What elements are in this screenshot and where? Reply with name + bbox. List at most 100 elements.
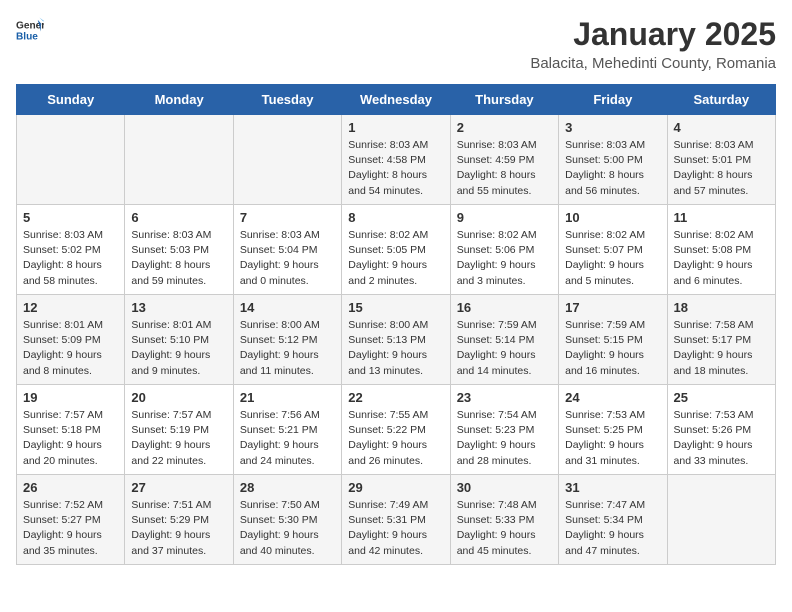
day-info: Sunrise: 7:54 AM Sunset: 5:23 PM Dayligh… (457, 408, 552, 469)
calendar-cell: 20Sunrise: 7:57 AM Sunset: 5:19 PM Dayli… (125, 385, 233, 475)
day-info: Sunrise: 8:02 AM Sunset: 5:07 PM Dayligh… (565, 228, 660, 289)
calendar-cell: 13Sunrise: 8:01 AM Sunset: 5:10 PM Dayli… (125, 295, 233, 385)
logo: General Blue (16, 16, 44, 44)
day-number: 19 (23, 390, 118, 405)
calendar-week-row: 5 Sunrise: 8:03 AM Sunset: 5:02 PM Daylig… (17, 205, 776, 295)
day-info: Sunrise: 7:56 AM Sunset: 5:21 PM Dayligh… (240, 408, 335, 469)
day-number: 18 (674, 300, 769, 315)
calendar-cell: 31Sunrise: 7:47 AM Sunset: 5:34 PM Dayli… (559, 475, 667, 565)
calendar-cell: 5 Sunrise: 8:03 AM Sunset: 5:02 PM Daylig… (17, 205, 125, 295)
day-info: Sunrise: 7:59 AM Sunset: 5:14 PM Dayligh… (457, 318, 552, 379)
title-area: January 2025 Balacita, Mehedinti County,… (530, 16, 776, 72)
calendar-cell: 6Sunrise: 8:03 AM Sunset: 5:03 PM Daylig… (125, 205, 233, 295)
calendar-cell (667, 475, 775, 565)
day-info: Sunrise: 8:03 AM Sunset: 5:04 PM Dayligh… (240, 228, 335, 289)
calendar-cell: 21 Sunrise: 7:56 AM Sunset: 5:21 PM Dayli… (233, 385, 341, 475)
calendar-cell: 27 Sunrise: 7:51 AM Sunset: 5:29 PM Dayli… (125, 475, 233, 565)
day-info: Sunrise: 7:57 AM Sunset: 5:18 PM Dayligh… (23, 408, 118, 469)
calendar-cell: 23 Sunrise: 7:54 AM Sunset: 5:23 PM Dayli… (450, 385, 558, 475)
column-header-monday: Monday (125, 85, 233, 115)
calendar-cell: 29Sunrise: 7:49 AM Sunset: 5:31 PM Dayli… (342, 475, 450, 565)
day-number: 28 (240, 480, 335, 495)
calendar-cell: 25Sunrise: 7:53 AM Sunset: 5:26 PM Dayli… (667, 385, 775, 475)
calendar-cell: 28 Sunrise: 7:50 AM Sunset: 5:30 PM Dayli… (233, 475, 341, 565)
day-info: Sunrise: 7:58 AM Sunset: 5:17 PM Dayligh… (674, 318, 769, 379)
calendar-cell: 9Sunrise: 8:02 AM Sunset: 5:06 PM Daylig… (450, 205, 558, 295)
day-number: 9 (457, 210, 552, 225)
day-info: Sunrise: 7:57 AM Sunset: 5:19 PM Dayligh… (131, 408, 226, 469)
calendar-week-row: 12 Sunrise: 8:01 AM Sunset: 5:09 PM Dayli… (17, 295, 776, 385)
day-number: 11 (674, 210, 769, 225)
column-header-thursday: Thursday (450, 85, 558, 115)
column-header-saturday: Saturday (667, 85, 775, 115)
day-number: 16 (457, 300, 552, 315)
logo-icon: General Blue (16, 16, 44, 44)
calendar-cell: 2Sunrise: 8:03 AM Sunset: 4:59 PM Daylig… (450, 115, 558, 205)
day-info: Sunrise: 8:01 AM Sunset: 5:10 PM Dayligh… (131, 318, 226, 379)
day-number: 8 (348, 210, 443, 225)
day-number: 7 (240, 210, 335, 225)
day-info: Sunrise: 8:01 AM Sunset: 5:09 PM Dayligh… (23, 318, 118, 379)
day-number: 21 (240, 390, 335, 405)
calendar-cell: 15 Sunrise: 8:00 AM Sunset: 5:13 PM Dayli… (342, 295, 450, 385)
calendar-cell: 4 Sunrise: 8:03 AM Sunset: 5:01 PM Daylig… (667, 115, 775, 205)
calendar-cell (233, 115, 341, 205)
day-number: 23 (457, 390, 552, 405)
day-info: Sunrise: 7:49 AM Sunset: 5:31 PM Dayligh… (348, 498, 443, 559)
calendar-cell: 26 Sunrise: 7:52 AM Sunset: 5:27 PM Dayli… (17, 475, 125, 565)
day-info: Sunrise: 8:03 AM Sunset: 5:02 PM Dayligh… (23, 228, 118, 289)
day-info: Sunrise: 8:03 AM Sunset: 5:03 PM Dayligh… (131, 228, 226, 289)
day-number: 10 (565, 210, 660, 225)
calendar-cell: 11 Sunrise: 8:02 AM Sunset: 5:08 PM Dayli… (667, 205, 775, 295)
day-number: 24 (565, 390, 660, 405)
column-header-wednesday: Wednesday (342, 85, 450, 115)
day-info: Sunrise: 7:52 AM Sunset: 5:27 PM Dayligh… (23, 498, 118, 559)
calendar-week-row: 1 Sunrise: 8:03 AM Sunset: 4:58 PM Daylig… (17, 115, 776, 205)
day-number: 27 (131, 480, 226, 495)
day-info: Sunrise: 8:03 AM Sunset: 5:01 PM Dayligh… (674, 138, 769, 199)
page-title: January 2025 (530, 16, 776, 53)
day-number: 4 (674, 120, 769, 135)
calendar-cell: 18 Sunrise: 7:58 AM Sunset: 5:17 PM Dayli… (667, 295, 775, 385)
day-info: Sunrise: 7:59 AM Sunset: 5:15 PM Dayligh… (565, 318, 660, 379)
calendar-cell: 17 Sunrise: 7:59 AM Sunset: 5:15 PM Dayli… (559, 295, 667, 385)
calendar-cell: 24Sunrise: 7:53 AM Sunset: 5:25 PM Dayli… (559, 385, 667, 475)
calendar-cell: 30Sunrise: 7:48 AM Sunset: 5:33 PM Dayli… (450, 475, 558, 565)
day-number: 12 (23, 300, 118, 315)
day-info: Sunrise: 8:00 AM Sunset: 5:12 PM Dayligh… (240, 318, 335, 379)
calendar-cell: 22 Sunrise: 7:55 AM Sunset: 5:22 PM Dayli… (342, 385, 450, 475)
svg-text:Blue: Blue (16, 31, 38, 42)
header: General Blue January 2025 Balacita, Mehe… (16, 16, 776, 72)
day-info: Sunrise: 8:00 AM Sunset: 5:13 PM Dayligh… (348, 318, 443, 379)
calendar-week-row: 19 Sunrise: 7:57 AM Sunset: 5:18 PM Dayli… (17, 385, 776, 475)
day-number: 3 (565, 120, 660, 135)
calendar-cell: 16 Sunrise: 7:59 AM Sunset: 5:14 PM Dayli… (450, 295, 558, 385)
day-info: Sunrise: 8:03 AM Sunset: 4:58 PM Dayligh… (348, 138, 443, 199)
calendar-cell: 1 Sunrise: 8:03 AM Sunset: 4:58 PM Daylig… (342, 115, 450, 205)
day-info: Sunrise: 7:51 AM Sunset: 5:29 PM Dayligh… (131, 498, 226, 559)
calendar-week-row: 26 Sunrise: 7:52 AM Sunset: 5:27 PM Dayli… (17, 475, 776, 565)
calendar-cell (125, 115, 233, 205)
calendar-cell: 14 Sunrise: 8:00 AM Sunset: 5:12 PM Dayli… (233, 295, 341, 385)
day-number: 1 (348, 120, 443, 135)
column-header-sunday: Sunday (17, 85, 125, 115)
day-number: 25 (674, 390, 769, 405)
day-info: Sunrise: 7:50 AM Sunset: 5:30 PM Dayligh… (240, 498, 335, 559)
day-number: 5 (23, 210, 118, 225)
day-info: Sunrise: 8:02 AM Sunset: 5:05 PM Dayligh… (348, 228, 443, 289)
day-info: Sunrise: 8:02 AM Sunset: 5:08 PM Dayligh… (674, 228, 769, 289)
day-number: 26 (23, 480, 118, 495)
day-number: 14 (240, 300, 335, 315)
calendar-cell: 8 Sunrise: 8:02 AM Sunset: 5:05 PM Daylig… (342, 205, 450, 295)
day-number: 17 (565, 300, 660, 315)
calendar-cell: 10 Sunrise: 8:02 AM Sunset: 5:07 PM Dayli… (559, 205, 667, 295)
day-number: 15 (348, 300, 443, 315)
calendar-cell: 7 Sunrise: 8:03 AM Sunset: 5:04 PM Daylig… (233, 205, 341, 295)
calendar-table: SundayMondayTuesdayWednesdayThursdayFrid… (16, 84, 776, 565)
page-subtitle: Balacita, Mehedinti County, Romania (530, 55, 776, 72)
day-number: 2 (457, 120, 552, 135)
day-info: Sunrise: 7:55 AM Sunset: 5:22 PM Dayligh… (348, 408, 443, 469)
day-number: 22 (348, 390, 443, 405)
column-header-friday: Friday (559, 85, 667, 115)
day-number: 30 (457, 480, 552, 495)
